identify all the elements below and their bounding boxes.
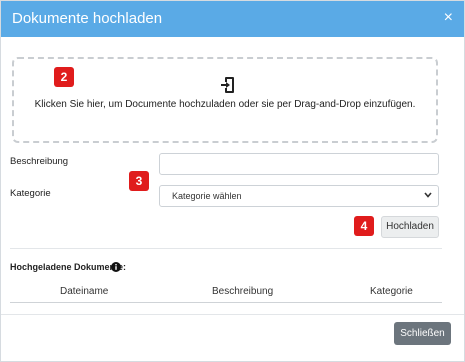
column-header-category: Kategorie <box>370 286 413 297</box>
info-icon <box>111 262 121 272</box>
description-input[interactable] <box>159 153 439 175</box>
step-marker-4: 4 <box>354 216 374 236</box>
divider <box>10 248 442 249</box>
step-marker-3: 3 <box>129 171 149 191</box>
file-dropzone[interactable]: Klicken Sie hier, um Documente hochzulad… <box>12 57 438 143</box>
column-header-description: Beschreibung <box>212 286 274 297</box>
column-header-filename: Dateiname <box>60 286 109 297</box>
category-label: Kategorie <box>10 188 51 199</box>
close-icon[interactable]: × <box>444 9 453 27</box>
file-upload-icon <box>221 77 234 93</box>
chevron-down-icon <box>424 192 432 198</box>
uploaded-documents-title: Hochgeladene Dokumente: <box>10 262 127 272</box>
category-selected-value: Kategorie wählen <box>172 191 242 201</box>
description-label: Beschreibung <box>10 156 69 167</box>
close-button[interactable]: Schließen <box>394 322 451 345</box>
dialog-title: Dokumente hochladen <box>12 10 163 27</box>
upload-button[interactable]: Hochladen <box>381 216 439 238</box>
step-marker-2: 2 <box>54 67 74 87</box>
dropzone-text: Klicken Sie hier, um Documente hochzulad… <box>34 99 416 110</box>
category-select[interactable]: Kategorie wählen <box>159 185 439 207</box>
upload-dialog: Dokumente hochladen × Klicken Sie hier, … <box>0 0 465 362</box>
table-header-divider <box>10 302 442 303</box>
dialog-header: Dokumente hochladen × <box>1 1 464 37</box>
footer-divider <box>1 314 464 315</box>
